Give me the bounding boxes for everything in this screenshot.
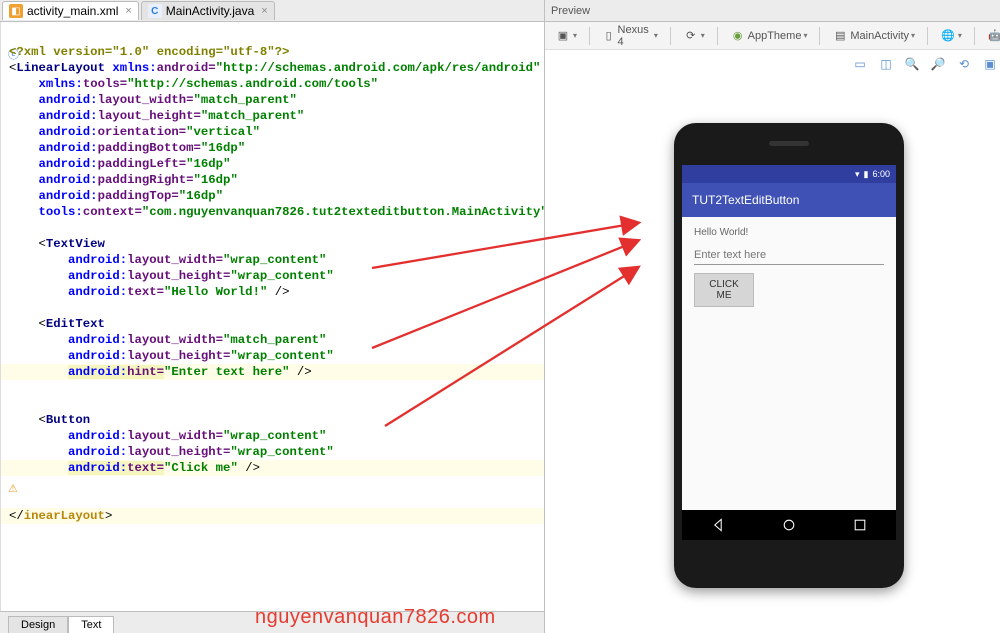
android-nav-bar	[682, 510, 896, 540]
xml-declaration: <?xml version="1.0" encoding="utf-8"?>	[9, 45, 289, 59]
refresh-icon[interactable]: ⟲	[955, 55, 973, 73]
preview-title-bar: Preview ⚙ ▾	[545, 0, 1000, 22]
tv-height: wrap_content	[238, 269, 327, 283]
preview-edittext[interactable]	[694, 246, 884, 265]
orientation-icon[interactable]: ⟳▾	[679, 26, 709, 46]
phone-speaker	[769, 141, 809, 146]
zoom-out-icon[interactable]: 🔎	[929, 55, 947, 73]
nav-recent-icon[interactable]	[852, 517, 868, 533]
editor-tabs-bar: ◧ activity_main.xml × C MainActivity.jav…	[0, 0, 544, 22]
attr-padding-top: 16dp	[186, 189, 216, 203]
edittext-tag: EditText	[46, 317, 105, 331]
xml-file-icon: ◧	[9, 4, 23, 18]
et-width: match_parent	[230, 333, 319, 347]
attr-layout-height: match_parent	[208, 109, 297, 123]
et-hint: Enter text here	[171, 365, 282, 379]
app-content: Hello World! CLICK ME	[682, 217, 896, 317]
et-height: wrap_content	[238, 349, 327, 363]
attr-layout-width: match_parent	[201, 93, 290, 107]
attr-tools-context: com.nguyenvanquan7826.tut2texteditbutton…	[149, 205, 540, 219]
xmlns-tools: http://schemas.android.com/tools	[134, 77, 370, 91]
select-icon[interactable]: ▭	[851, 55, 869, 73]
preview-zoom-toolbar: ▭ ◫ 🔍 🔎 ⟲ ▣ ✲	[545, 50, 1000, 78]
device-screen: ▾ ▮ 6:00 TUT2TextEditButton Hello World!…	[682, 165, 896, 540]
editor-pane: ◧ activity_main.xml × C MainActivity.jav…	[0, 0, 545, 633]
tab-activity-main-xml[interactable]: ◧ activity_main.xml ×	[2, 1, 139, 20]
activity-selector[interactable]: ▤MainActivity▾	[828, 26, 919, 46]
app-title: TUT2TextEditButton	[692, 193, 799, 207]
zoom-in-icon[interactable]: 🔍	[903, 55, 921, 73]
preview-button[interactable]: CLICK ME	[694, 273, 754, 307]
preview-toolbar: ▣▾ ▯Nexus 4▾ ⟳▾ ◉AppTheme▾ ▤MainActivity…	[545, 22, 1000, 50]
button-tag: Button	[46, 413, 90, 427]
code-editor[interactable]: <?xml version="1.0" encoding="utf-8"?> <…	[1, 22, 544, 611]
close-icon[interactable]: ×	[125, 5, 131, 17]
theme-selector[interactable]: ◉AppTheme▾	[726, 26, 812, 46]
tab-label: activity_main.xml	[27, 4, 118, 18]
device-label: Nexus 4	[618, 24, 652, 48]
nav-home-icon[interactable]	[781, 517, 797, 533]
close-root-tag: inearLayout	[24, 509, 105, 523]
screenshot-icon[interactable]: ▣	[981, 55, 999, 73]
text-tab[interactable]: Text	[68, 616, 114, 633]
btn-width: wrap_content	[230, 429, 319, 443]
android-status-bar: ▾ ▮ 6:00	[682, 165, 896, 183]
tv-width: wrap_content	[230, 253, 319, 267]
btn-height: wrap_content	[238, 445, 327, 459]
java-file-icon: C	[148, 4, 162, 18]
tab-label: MainActivity.java	[166, 4, 254, 18]
btn-text: Click me	[171, 461, 230, 475]
wifi-icon: ▾	[855, 169, 860, 180]
textview-tag: TextView	[46, 237, 105, 251]
preview-canvas: ▾ ▮ 6:00 TUT2TextEditButton Hello World!…	[545, 78, 1000, 633]
activity-label: MainActivity	[850, 30, 909, 42]
signal-icon: ▮	[864, 169, 869, 180]
api-selector[interactable]: 🤖24▾	[983, 26, 1000, 46]
design-tab[interactable]: Design	[8, 616, 68, 633]
attr-padding-left: 16dp	[194, 157, 224, 171]
palette-icon[interactable]: ▣▾	[551, 26, 581, 46]
preview-title: Preview	[551, 5, 590, 17]
attr-padding-right: 16dp	[201, 173, 231, 187]
device-selector[interactable]: ▯Nexus 4▾	[598, 22, 662, 50]
root-tag: LinearLayout	[16, 61, 105, 75]
code-body: ⓒ ⚠ <?xml version="1.0" encoding="utf-8"…	[0, 22, 544, 611]
device-frame: ▾ ▮ 6:00 TUT2TextEditButton Hello World!…	[674, 123, 904, 588]
viewport-icon[interactable]: ◫	[877, 55, 895, 73]
editor-bottom-tabs: Design Text	[0, 611, 544, 633]
theme-label: AppTheme	[748, 30, 802, 42]
tv-text: Hello World!	[171, 285, 260, 299]
preview-pane: Preview ⚙ ▾ ▣▾ ▯Nexus 4▾ ⟳▾ ◉AppTheme▾ ▤…	[545, 0, 1000, 633]
attr-orientation: vertical	[194, 125, 253, 139]
status-time: 6:00	[872, 169, 890, 179]
android-app-bar: TUT2TextEditButton	[682, 183, 896, 217]
close-icon[interactable]: ×	[261, 5, 267, 17]
locale-selector[interactable]: 🌐▾	[936, 26, 966, 46]
preview-textview: Hello World!	[694, 227, 884, 238]
nav-back-icon[interactable]	[710, 517, 726, 533]
tab-mainactivity-java[interactable]: C MainActivity.java ×	[141, 1, 275, 20]
attr-padding-bottom: 16dp	[208, 141, 238, 155]
xmlns-android: http://schemas.android.com/apk/res/andro…	[223, 61, 533, 75]
